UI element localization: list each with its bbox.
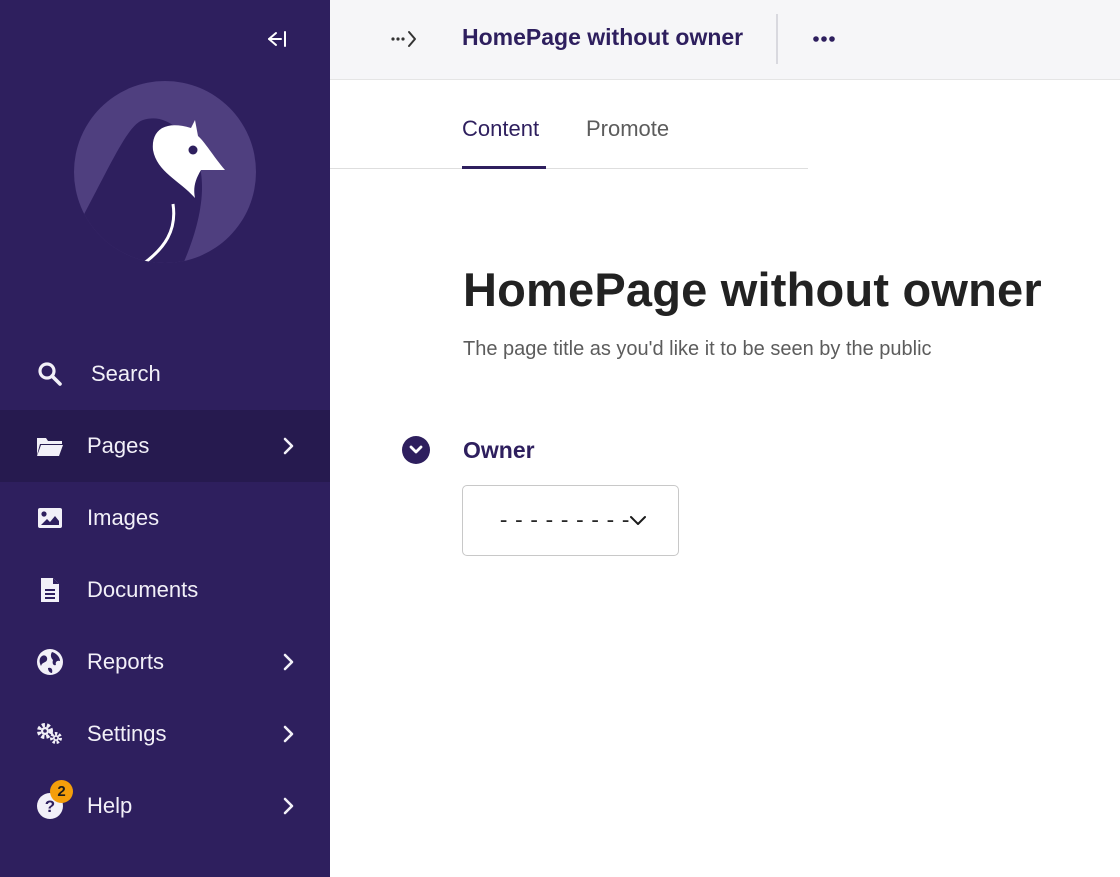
collapse-arrow-icon [268,31,286,47]
sidebar-item-label: Reports [87,649,165,674]
sidebar-item-label: Settings [87,721,167,746]
sidebar-item-label: Pages [87,433,150,458]
breadcrumb-expand-icon [391,31,416,47]
chevron-right-icon [280,796,296,816]
page-title-field[interactable]: HomePage without owner [463,262,1042,317]
cogs-icon [36,720,64,748]
breadcrumb-current-page[interactable]: HomePage without owner [462,24,743,51]
tab-list: Content Promote [330,80,808,169]
chevron-down-icon [409,445,423,454]
owner-select-value: --------- [497,508,635,533]
sidebar-item-label: Search [91,361,161,386]
notification-badge: 2 [50,780,73,803]
more-horizontal-icon [813,36,835,42]
owner-field-label: Owner [463,437,535,463]
collapse-sidebar-button[interactable] [258,24,292,54]
sidebar-item-reports[interactable]: Reports [0,626,330,698]
sidebar-item-help[interactable]: ? 2 Help [0,770,330,842]
sidebar-item-documents[interactable]: Documents [0,554,330,626]
page-header: HomePage without owner [330,0,1120,80]
sidebar-item-images[interactable]: Images [0,482,330,554]
wagtail-logo[interactable] [73,80,257,264]
owner-section-toggle[interactable] [402,436,430,464]
sidebar-item-label: Images [87,505,160,530]
active-tab-indicator [462,166,546,169]
chevron-down-icon [629,512,647,530]
globe-icon [36,648,64,676]
more-actions-button[interactable] [806,24,842,54]
document-icon [36,576,64,604]
chevron-right-icon [280,724,296,744]
sidebar-item-search[interactable]: Search [0,338,330,410]
header-divider [776,14,778,64]
tab-content[interactable]: Content [462,116,539,142]
sidebar: Search Pages Images Documents Reports Se… [0,0,330,877]
owner-select[interactable]: --------- [462,485,679,556]
sidebar-item-label: Documents [87,577,199,602]
search-icon [36,360,64,388]
chevron-right-icon [280,652,296,672]
folder-open-icon [36,432,64,460]
sidebar-item-pages[interactable]: Pages [0,410,330,482]
tab-promote[interactable]: Promote [586,116,669,142]
chevron-right-icon [280,436,296,456]
breadcrumb-toggle-button[interactable] [386,24,422,54]
sidebar-item-settings[interactable]: Settings [0,698,330,770]
title-help-text: The page title as you'd like it to be se… [463,338,932,360]
sidebar-item-label: Help [87,793,133,818]
main-menu: Search Pages Images Documents Reports Se… [0,338,330,842]
image-icon [36,504,64,532]
